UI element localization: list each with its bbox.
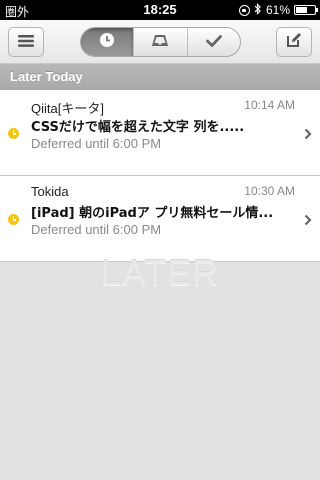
sender-name: Qiita[キータ] (31, 101, 104, 116)
message-subject: CSSだけで幅を超えた文字 列を..... (31, 120, 245, 135)
battery-percent: 61% (265, 3, 290, 17)
segment-done[interactable] (186, 28, 240, 56)
clock-icon (99, 32, 115, 52)
deferred-clock-icon (8, 214, 19, 225)
toolbar (0, 20, 320, 64)
list-item[interactable]: Tokida 10:30 AM [iPad] 朝のiPadア プリ無料セール情.… (0, 176, 320, 262)
chevron-right-icon (304, 125, 312, 140)
list-item[interactable]: Qiita[キータ] 10:14 AM CSSだけで幅を超えた文字 列を....… (0, 90, 320, 176)
segment-later[interactable] (81, 28, 134, 56)
tray-icon (151, 33, 169, 52)
message-list: Qiita[キータ] 10:14 AM CSSだけで幅を超えた文字 列を....… (0, 90, 320, 262)
segment-inbox[interactable] (133, 28, 186, 56)
message-time: 10:14 AM (244, 98, 295, 112)
view-segmented-control (80, 27, 241, 57)
empty-watermark: LATER (100, 252, 220, 293)
battery-fill (296, 7, 307, 13)
deferred-label: Deferred until 6:00 PM (31, 222, 162, 237)
deferred-clock-icon (8, 128, 19, 139)
bluetooth-icon (254, 3, 262, 17)
sender-name: Tokida (31, 184, 69, 199)
compose-button[interactable] (276, 27, 312, 57)
battery-icon (294, 5, 318, 15)
checkmark-icon (205, 33, 222, 52)
message-time: 10:30 AM (244, 184, 295, 198)
menu-icon (18, 33, 34, 52)
section-header: Later Today (0, 64, 320, 90)
menu-button[interactable] (8, 27, 44, 57)
deferred-label: Deferred until 6:00 PM (31, 136, 162, 151)
status-bar: 圏外 18:25 61% (0, 0, 320, 20)
status-right-group: 61% (238, 2, 318, 18)
message-subject: [iPad] 朝のiPadア プリ無料セール情... (31, 206, 274, 221)
rotation-lock-icon (238, 4, 250, 16)
chevron-right-icon (304, 211, 312, 226)
compose-icon (286, 32, 302, 52)
